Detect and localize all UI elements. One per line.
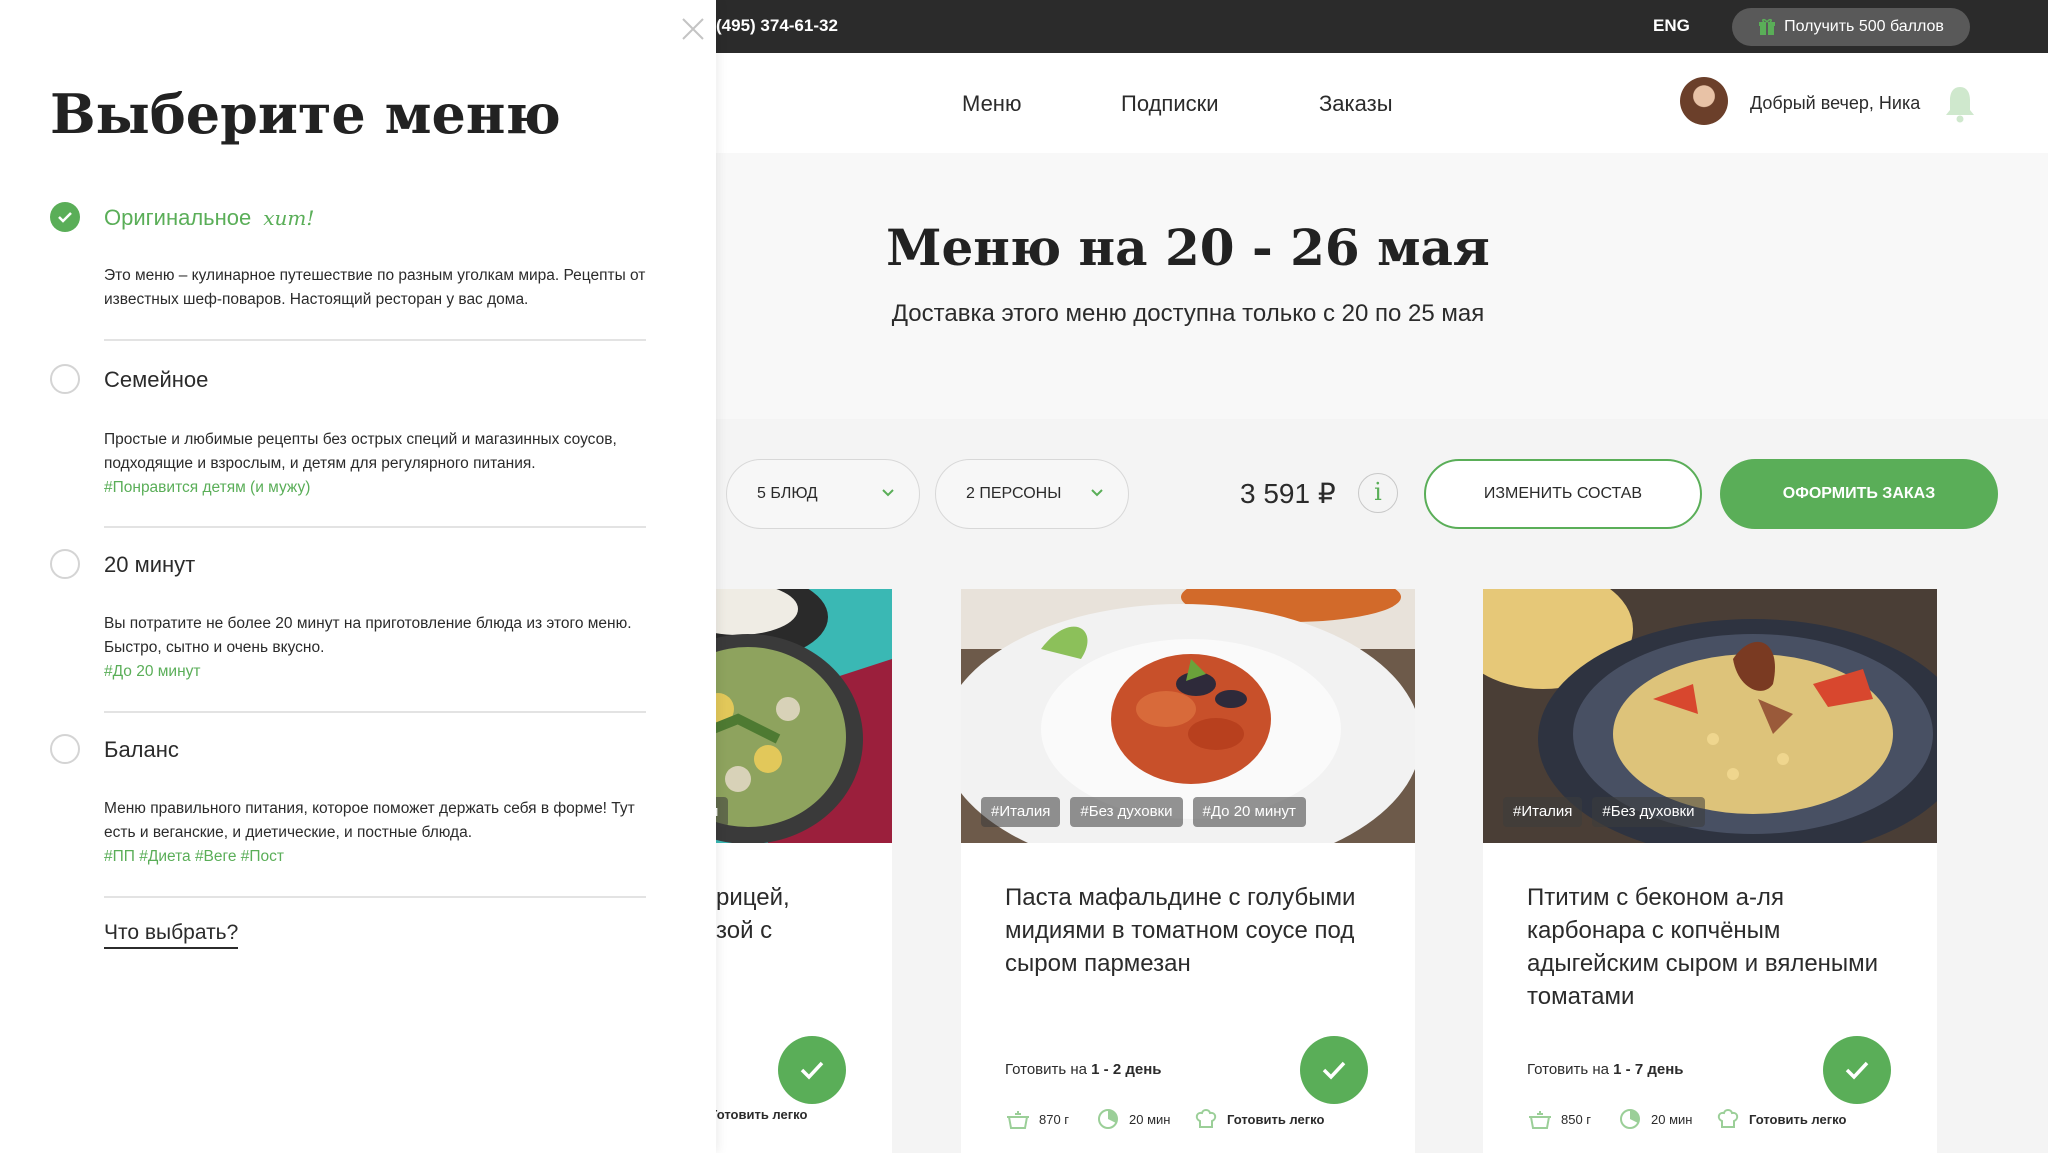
what-to-choose-link[interactable]: Что выбрать? <box>104 921 239 949</box>
chef-hat-icon <box>1195 1109 1217 1128</box>
dish-title-fragment: рицей, зой с <box>716 884 790 944</box>
cook-window: Готовить на 1 - 7 день <box>1527 1061 1684 1078</box>
selected-check-button[interactable] <box>1823 1036 1891 1104</box>
check-icon <box>58 212 72 223</box>
divider <box>104 339 646 341</box>
dish-tag[interactable]: #Италия <box>1503 797 1583 827</box>
menu-option-tags: #Понравится детям (и мужу) <box>104 479 311 496</box>
menu-option-description: Простые и любимые рецепты без острых спе… <box>104 428 649 500</box>
radio-selected[interactable] <box>50 202 80 232</box>
change-composition-button[interactable]: ИЗМЕНИТЬ СОСТАВ <box>1424 459 1702 529</box>
dish-tag[interactable]: #До 20 минут <box>1192 797 1306 827</box>
get-bonus-label: Получить 500 баллов <box>1784 18 1944 35</box>
phone-number[interactable]: (495) 374-61-32 <box>716 16 838 36</box>
dish-title[interactable]: Паста мафальдине с голубыми мидиями в то… <box>1005 881 1385 980</box>
weight-meta: 870 г <box>1005 1107 1069 1131</box>
time-meta: 20 мин <box>1095 1107 1170 1131</box>
dishes-count-select[interactable]: 5 БЛЮД <box>726 459 920 529</box>
difficulty-meta: Готовить легко <box>710 1107 808 1122</box>
user-greeting[interactable]: Добрый вечер, Ника <box>1750 93 1920 114</box>
chef-hat-icon <box>1717 1109 1739 1128</box>
menu-option-label[interactable]: Семейное <box>104 367 208 393</box>
check-icon <box>1845 1061 1869 1080</box>
selected-check-button[interactable] <box>1300 1036 1368 1104</box>
get-bonus-button[interactable]: Получить 500 баллов <box>1732 8 1970 46</box>
dish-image: #Италия #Без духовки #До 20 минут <box>961 589 1415 843</box>
dishes-count-value: 5 БЛЮД <box>757 485 818 502</box>
clock-icon <box>1098 1109 1118 1129</box>
chevron-down-icon <box>882 489 894 497</box>
divider <box>104 711 646 713</box>
nav-subscriptions[interactable]: Подписки <box>1121 91 1219 117</box>
nav-menu[interactable]: Меню <box>962 91 1021 117</box>
cook-window: Готовить на 1 - 2 день <box>1005 1061 1162 1078</box>
dish-tag[interactable]: #Без духовки <box>1592 797 1705 827</box>
menu-option-description: Это меню – кулинарное путешествие по раз… <box>104 267 646 308</box>
selected-check-button[interactable] <box>778 1036 846 1104</box>
menu-select-drawer: Выберите меню Оригинальное хит! Это меню … <box>0 0 716 1153</box>
avatar[interactable] <box>1680 77 1728 125</box>
persons-count-select[interactable]: 2 ПЕРСОНЫ <box>935 459 1129 529</box>
dish-title[interactable]: Птитим с беконом а-ля карбонара с копчён… <box>1527 881 1907 1013</box>
dish-image: #Италия #Без духовки <box>1483 589 1937 843</box>
check-icon <box>800 1061 824 1080</box>
divider <box>104 526 646 528</box>
dish-card[interactable]: #Италия #Без духовки Птитим с беконом а-… <box>1483 589 1937 1153</box>
dish-tag[interactable]: #Италия <box>981 797 1061 827</box>
total-price: 3 591 ₽ <box>1240 478 1336 509</box>
close-icon[interactable] <box>680 16 706 42</box>
persons-count-value: 2 ПЕРСОНЫ <box>966 485 1062 502</box>
nav-orders[interactable]: Заказы <box>1319 91 1393 117</box>
dish-card[interactable]: #Италия #Без духовки #До 20 минут Паста … <box>961 589 1415 1153</box>
menu-option-label[interactable]: Оригинальное хит! <box>104 205 314 231</box>
radio-unselected[interactable] <box>50 734 80 764</box>
hit-badge: хит! <box>263 206 315 230</box>
radio-unselected[interactable] <box>50 549 80 579</box>
dish-tag[interactable]: #Без духовки <box>1070 797 1183 827</box>
menu-option-tags: #До 20 минут <box>104 663 201 680</box>
weight-meta: 850 г <box>1527 1107 1591 1131</box>
info-icon[interactable]: i <box>1358 473 1398 513</box>
difficulty-meta: Готовить легко <box>1715 1107 1846 1131</box>
chevron-down-icon <box>1091 489 1103 497</box>
clock-icon <box>1620 1109 1640 1129</box>
menu-option-description: Меню правильного питания, которое поможе… <box>104 797 649 869</box>
check-icon <box>1322 1061 1346 1080</box>
pot-icon <box>1007 1111 1029 1129</box>
time-meta: 20 мин <box>1617 1107 1692 1131</box>
menu-option-description: Вы потратите не более 20 минут на пригот… <box>104 612 649 684</box>
place-order-button[interactable]: ОФОРМИТЬ ЗАКАЗ <box>1720 459 1998 529</box>
menu-option-label[interactable]: 20 минут <box>104 552 195 578</box>
menu-option-label[interactable]: Баланс <box>104 737 179 763</box>
bell-icon[interactable] <box>1944 83 1976 123</box>
gift-icon <box>1759 18 1776 35</box>
language-switch[interactable]: ENG <box>1653 16 1690 36</box>
radio-unselected[interactable] <box>50 364 80 394</box>
difficulty-meta: Готовить легко <box>1193 1107 1324 1131</box>
pot-icon <box>1529 1111 1551 1129</box>
divider <box>104 896 646 898</box>
drawer-title: Выберите меню <box>50 82 561 146</box>
menu-option-tags: #ПП #Диета #Веге #Пост <box>104 848 284 865</box>
